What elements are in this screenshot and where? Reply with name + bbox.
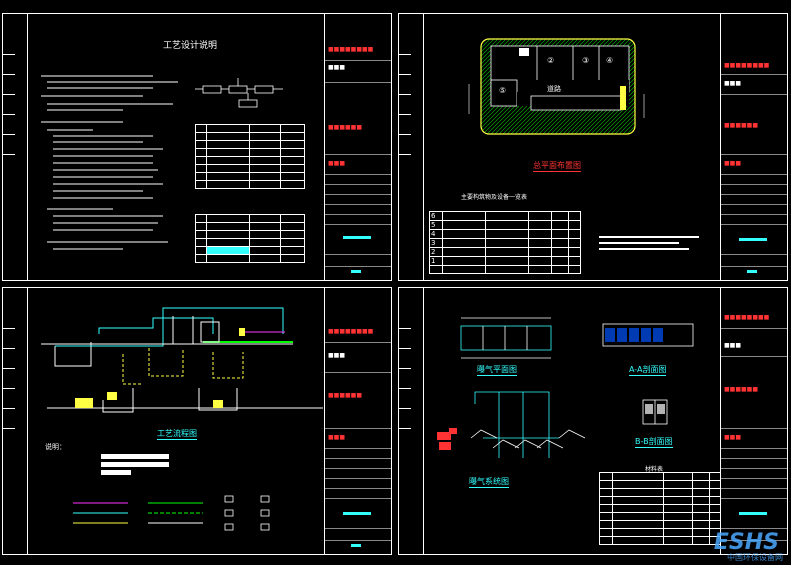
process-flow-title: 工艺流程图 [157, 429, 197, 440]
structures-table-title: 主要构筑物及设备一览表 [461, 194, 528, 201]
title-block: ■■■■■■■■ ■■■ ■■■■■■ ■■■ [720, 14, 787, 280]
section-aa-title: A-A剖面图 [629, 365, 667, 376]
circle-marker-5: ⑤ [499, 86, 507, 95]
materials-table [599, 472, 721, 545]
road-label: 道路 [547, 85, 561, 93]
notes-label: 说明： [45, 443, 66, 451]
title-block: ■■■■■■■■ ■■■ ■■■■■■ ■■■ [324, 14, 391, 280]
equipment-table-1 [195, 124, 305, 189]
sheet-top-left: 工艺设计说明 ■■■■■■■■ ■■■ ■■■■■■ ■■■ [2, 13, 392, 281]
aeration-system-title: 曝气系统图 [469, 477, 509, 488]
site-plan-title: 总平面布置图 [533, 161, 581, 172]
circle-marker-2: ② [547, 56, 555, 65]
circle-marker-4: ④ [606, 56, 614, 65]
sheet-top-right: ② ③ ④ ⑤ 道路 总平面布置图 主要构筑物及设备一览表 6 5 4 3 2 … [398, 13, 788, 281]
equipment-table-2 [195, 214, 305, 263]
circle-marker-3: ③ [582, 56, 590, 65]
title-block: ■■■■■■■■ ■■■ ■■■■■■ ■■■ [720, 288, 787, 554]
title-block: ■■■■■■■■ ■■■ ■■■■■■ ■■■ [324, 288, 391, 554]
sheet-bottom-left: 工艺流程图 说明： ■■■■■■■■ ■■■ ■■■■■■ ■■■ [2, 287, 392, 555]
watermark-site: 中国环保设备网 [727, 553, 783, 562]
aeration-plan-title: 曝气平面图 [477, 365, 517, 376]
section-bb-title: B-B剖面图 [635, 437, 673, 448]
sheet-bottom-right: 曝气平面图 A-A剖面图 B-B剖面图 曝气系统图 材料表 ■■■■■■■■ ■… [398, 287, 788, 555]
structures-table: 6 5 4 3 2 1 [429, 211, 581, 274]
